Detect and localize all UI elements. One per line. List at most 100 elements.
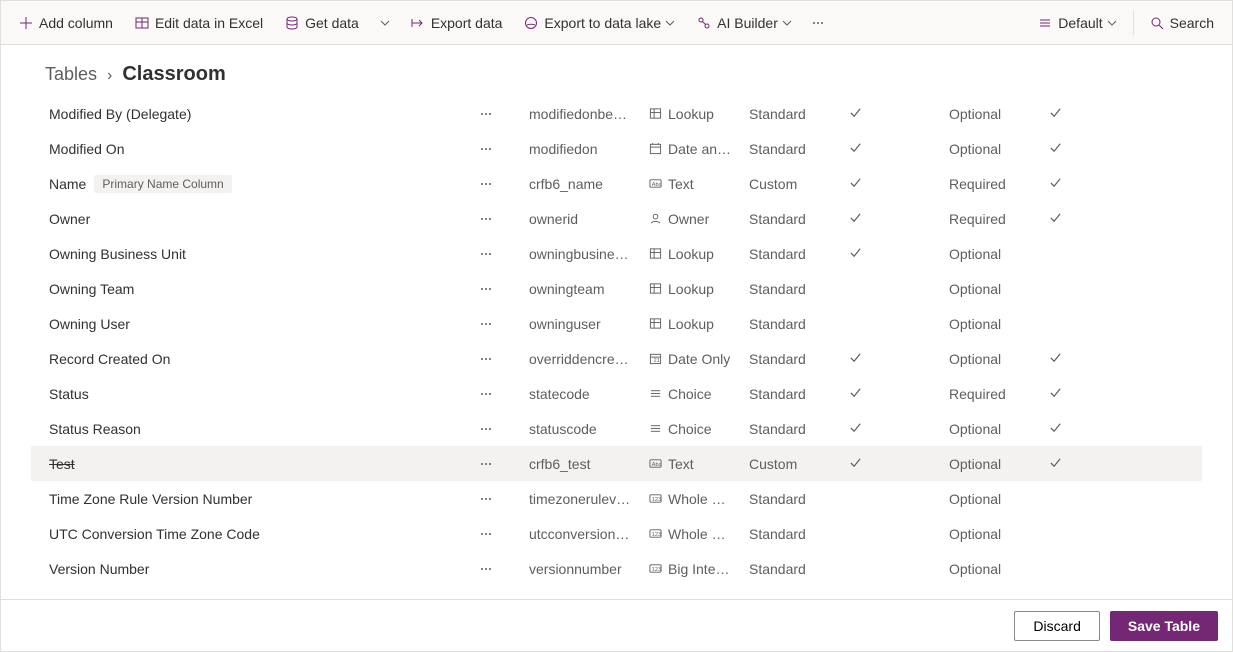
- column-requirement: Required: [949, 176, 1049, 192]
- data-type-icon: 123: [649, 527, 662, 540]
- table-row[interactable]: Test crfb6_test Abc Text Custom Optional: [31, 446, 1202, 481]
- table-row[interactable]: Record Created On overriddencre… 21 Date…: [31, 341, 1202, 376]
- column-display-name: Modified By (Delegate): [49, 106, 191, 122]
- check-icon: [849, 386, 862, 402]
- search-button[interactable]: Search: [1140, 7, 1224, 39]
- row-more-button[interactable]: [479, 387, 493, 401]
- row-more-button[interactable]: [479, 142, 493, 156]
- chevron-down-icon: [782, 15, 792, 31]
- data-type-icon: 123: [649, 492, 662, 505]
- column-requirement: Optional: [949, 456, 1049, 472]
- chevron-down-icon: [1107, 15, 1117, 31]
- table-row[interactable]: Modified On modifiedon Date an… Standard…: [31, 131, 1202, 166]
- row-more-button[interactable]: [479, 562, 493, 576]
- data-type-icon: [649, 317, 662, 330]
- save-table-button[interactable]: Save Table: [1110, 611, 1218, 641]
- row-more-button[interactable]: [479, 212, 493, 226]
- column-display-name: Owning Business Unit: [49, 246, 186, 262]
- column-kind: Standard: [749, 106, 849, 122]
- table-row[interactable]: Modified By (Delegate) modifiedonbe… Loo…: [31, 96, 1202, 131]
- chevron-right-icon: ›: [107, 67, 112, 85]
- table-row[interactable]: Status statecode Choice Standard Require…: [31, 376, 1202, 411]
- row-more-button[interactable]: [479, 247, 493, 261]
- column-requirement: Required: [949, 386, 1049, 402]
- column-requirement: Optional: [949, 246, 1049, 262]
- column-kind: Standard: [749, 526, 849, 542]
- export-icon: [411, 16, 425, 30]
- data-type-icon: Abc: [649, 457, 662, 470]
- view-selector-button[interactable]: Default: [1028, 7, 1126, 39]
- table-row[interactable]: UTC Conversion Time Zone Code utcconvers…: [31, 516, 1202, 551]
- column-display-name: Status: [49, 386, 89, 402]
- table-row[interactable]: Version Number versionnumber 123 Big Int…: [31, 551, 1202, 586]
- data-type-icon: [649, 387, 662, 400]
- column-requirement: Optional: [949, 561, 1049, 577]
- data-type-label: Lookup: [668, 316, 714, 332]
- table-row[interactable]: Owning Team owningteam Lookup Standard O…: [31, 271, 1202, 306]
- row-more-button[interactable]: [479, 352, 493, 366]
- get-data-chevron[interactable]: [371, 7, 399, 39]
- row-more-button[interactable]: [479, 422, 493, 436]
- table-row[interactable]: Owning Business Unit owningbusine… Looku…: [31, 236, 1202, 271]
- excel-icon: [135, 16, 149, 30]
- edit-in-excel-button[interactable]: Edit data in Excel: [125, 7, 273, 39]
- column-kind: Standard: [749, 491, 849, 507]
- database-icon: [285, 16, 299, 30]
- svg-text:123: 123: [652, 532, 661, 538]
- row-more-button[interactable]: [479, 177, 493, 191]
- data-type-icon: 123: [649, 562, 662, 575]
- column-logical-name: timezonerulev…: [529, 491, 649, 507]
- data-type-label: Choice: [668, 421, 712, 437]
- svg-text:21: 21: [654, 358, 660, 364]
- column-display-name: Time Zone Rule Version Number: [49, 491, 252, 507]
- get-data-button[interactable]: Get data: [275, 7, 369, 39]
- table-row[interactable]: Status Reason statuscode Choice Standard…: [31, 411, 1202, 446]
- row-more-button[interactable]: [479, 317, 493, 331]
- row-more-button[interactable]: [479, 492, 493, 506]
- data-type-label: Whole …: [668, 491, 726, 507]
- column-requirement: Optional: [949, 316, 1049, 332]
- column-logical-name: statecode: [529, 386, 649, 402]
- svg-text:123: 123: [652, 497, 661, 503]
- table-row[interactable]: Name Primary Name Column crfb6_name Abc …: [31, 166, 1202, 201]
- overflow-button[interactable]: [804, 7, 832, 39]
- separator: [1133, 11, 1134, 35]
- column-logical-name: modifiedonbe…: [529, 106, 649, 122]
- discard-button[interactable]: Discard: [1014, 611, 1099, 641]
- column-kind: Standard: [749, 246, 849, 262]
- breadcrumb-root[interactable]: Tables: [45, 64, 97, 85]
- column-kind: Custom: [749, 176, 849, 192]
- ai-builder-button[interactable]: AI Builder: [687, 7, 802, 39]
- view-selector-label: Default: [1058, 15, 1102, 31]
- data-type-label: Date an…: [668, 141, 731, 157]
- check-icon: [849, 246, 862, 262]
- search-label: Search: [1170, 15, 1214, 31]
- column-display-name: Status Reason: [49, 421, 141, 437]
- export-to-data-lake-button[interactable]: Export to data lake: [514, 7, 685, 39]
- command-bar: Add column Edit data in Excel Get data E…: [1, 1, 1232, 45]
- column-kind: Standard: [749, 281, 849, 297]
- row-more-button[interactable]: [479, 527, 493, 541]
- data-type-label: Whole …: [668, 526, 726, 542]
- check-icon: [849, 106, 862, 122]
- add-column-label: Add column: [39, 15, 113, 31]
- export-data-button[interactable]: Export data: [401, 7, 513, 39]
- data-type-icon: 21: [649, 352, 662, 365]
- column-requirement: Optional: [949, 106, 1049, 122]
- row-more-button[interactable]: [479, 107, 493, 121]
- columns-table[interactable]: Modified By (Delegate) modifiedonbe… Loo…: [1, 96, 1232, 599]
- check-icon: [1049, 141, 1062, 157]
- data-type-icon: [649, 107, 662, 120]
- column-kind: Custom: [749, 456, 849, 472]
- column-requirement: Optional: [949, 351, 1049, 367]
- column-logical-name: owningbusine…: [529, 246, 649, 262]
- table-row[interactable]: Owning User owninguser Lookup Standard O…: [31, 306, 1202, 341]
- row-more-button[interactable]: [479, 282, 493, 296]
- add-column-button[interactable]: Add column: [9, 7, 123, 39]
- check-icon: [1049, 211, 1062, 227]
- data-type-label: Text: [668, 456, 694, 472]
- export-data-label: Export data: [431, 15, 503, 31]
- table-row[interactable]: Time Zone Rule Version Number timezoneru…: [31, 481, 1202, 516]
- table-row[interactable]: Owner ownerid Owner Standard Required: [31, 201, 1202, 236]
- row-more-button[interactable]: [479, 457, 493, 471]
